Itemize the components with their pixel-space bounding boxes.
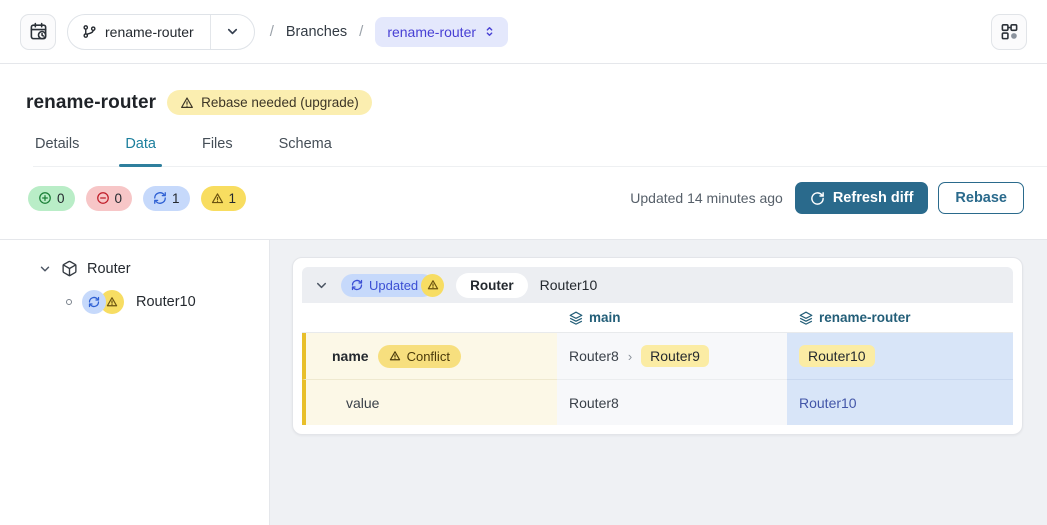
old-value: Router8 bbox=[569, 348, 619, 364]
column-main-label: main bbox=[589, 310, 621, 325]
conflict-badge: Conflict bbox=[378, 345, 461, 368]
tab-files[interactable]: Files bbox=[200, 136, 235, 166]
warning-icon bbox=[211, 192, 224, 205]
updated-count-badge: 1 bbox=[143, 186, 190, 211]
tab-data[interactable]: Data bbox=[123, 136, 158, 166]
tree-item-router10[interactable]: Router10 bbox=[0, 290, 269, 314]
item-status-badges bbox=[82, 290, 124, 314]
tree-router10-label: Router10 bbox=[136, 294, 196, 310]
warning-icon bbox=[180, 96, 194, 110]
rebase-button[interactable]: Rebase bbox=[938, 182, 1024, 214]
diff-toolbar: 0 0 1 1 Updated 14 minutes ago bbox=[0, 167, 1047, 214]
entity-name-label: Router10 bbox=[540, 277, 598, 293]
diff-row-name: name Conflict Router8 › Router9 Router10 bbox=[302, 333, 1013, 379]
collapse-chevron-icon[interactable] bbox=[314, 278, 329, 293]
branch-cell-name: Router10 bbox=[787, 333, 1013, 379]
breadcrumb-current-branch-select[interactable]: rename-router bbox=[375, 17, 508, 47]
layers-icon bbox=[569, 311, 583, 325]
breadcrumb-separator: / bbox=[270, 23, 274, 40]
cube-icon bbox=[61, 260, 78, 277]
diff-row-value: value Router8 Router10 bbox=[302, 379, 1013, 425]
minus-circle-icon bbox=[96, 191, 110, 205]
tree-router-label: Router bbox=[87, 261, 131, 277]
branch-value: Router10 bbox=[799, 395, 857, 411]
graph-nodes-icon bbox=[1000, 22, 1019, 41]
diff-column-headers: main rename-router bbox=[302, 303, 1013, 333]
field-name-label: name bbox=[332, 348, 369, 364]
updated-count: 1 bbox=[172, 191, 180, 206]
refresh-diff-label: Refresh diff bbox=[833, 190, 914, 206]
plus-circle-icon bbox=[38, 191, 52, 205]
branch-dropdown-toggle[interactable] bbox=[211, 24, 254, 39]
field-value-label: value bbox=[346, 395, 379, 411]
added-count: 0 bbox=[57, 191, 65, 206]
calendar-clock-icon bbox=[29, 22, 48, 41]
conflict-count: 1 bbox=[229, 191, 237, 206]
rebase-needed-label: Rebase needed (upgrade) bbox=[201, 95, 359, 110]
chevron-down-icon bbox=[38, 262, 52, 276]
sync-icon bbox=[153, 191, 167, 205]
updated-status-label: Updated bbox=[369, 278, 418, 293]
rebase-needed-badge: Rebase needed (upgrade) bbox=[167, 90, 372, 115]
refresh-diff-button[interactable]: Refresh diff bbox=[795, 182, 929, 214]
page-header: rename-router Rebase needed (upgrade) De… bbox=[0, 64, 1047, 240]
last-updated-text: Updated 14 minutes ago bbox=[630, 190, 783, 206]
breadcrumb-separator: / bbox=[359, 23, 363, 40]
field-cell-value: value bbox=[302, 379, 557, 425]
layers-icon bbox=[799, 311, 813, 325]
branch-cell-value: Router10 bbox=[787, 379, 1013, 425]
page-title: rename-router bbox=[26, 92, 156, 114]
tree-item-router[interactable]: Router bbox=[0, 260, 269, 277]
main-cell-value: Router8 bbox=[557, 379, 787, 425]
tab-details[interactable]: Details bbox=[33, 136, 81, 166]
diff-card: Updated Router Router10 main bbox=[292, 257, 1023, 435]
removed-count-badge: 0 bbox=[86, 186, 133, 211]
column-header-main: main bbox=[557, 310, 787, 325]
diff-main-area: Updated Router Router10 main bbox=[270, 240, 1047, 525]
field-cell-name: name Conflict bbox=[302, 333, 557, 379]
content-area: Router Router10 bbox=[0, 240, 1047, 525]
tab-bar: Details Data Files Schema bbox=[33, 136, 1047, 167]
added-count-badge: 0 bbox=[28, 186, 75, 211]
app-screen: rename-router / Branches / rename-router bbox=[0, 0, 1047, 525]
updated-status-pill: Updated bbox=[341, 274, 444, 297]
conflict-warning-icon bbox=[421, 274, 444, 297]
unfold-icon bbox=[483, 25, 496, 38]
schema-graph-button[interactable] bbox=[991, 14, 1027, 50]
breadcrumb: / Branches / rename-router bbox=[270, 17, 508, 47]
sync-icon bbox=[351, 279, 363, 291]
conflict-badge-label: Conflict bbox=[407, 349, 450, 364]
column-branch-label: rename-router bbox=[819, 310, 911, 325]
entity-tree-sidebar: Router Router10 bbox=[0, 240, 270, 525]
updated-status-icon bbox=[82, 290, 106, 314]
home-logo-button[interactable] bbox=[20, 14, 56, 50]
top-bar: rename-router / Branches / rename-router bbox=[0, 0, 1047, 64]
breadcrumb-branches-link[interactable]: Branches bbox=[286, 24, 347, 40]
change-arrow: › bbox=[628, 349, 632, 364]
entity-type-pill: Router bbox=[456, 273, 528, 298]
refresh-icon bbox=[810, 191, 825, 206]
column-header-rename-router: rename-router bbox=[787, 310, 1013, 325]
conflict-count-badge: 1 bbox=[201, 186, 247, 211]
diff-card-header: Updated Router Router10 bbox=[302, 267, 1013, 303]
chevron-down-icon bbox=[225, 24, 240, 39]
bullet-icon bbox=[66, 299, 72, 305]
git-branch-icon bbox=[82, 24, 97, 39]
tab-schema[interactable]: Schema bbox=[277, 136, 334, 166]
main-cell-name: Router8 › Router9 bbox=[557, 333, 787, 379]
breadcrumb-current-label: rename-router bbox=[387, 24, 476, 40]
branch-value-highlight: Router10 bbox=[799, 345, 875, 367]
removed-count: 0 bbox=[115, 191, 123, 206]
new-value-highlight: Router9 bbox=[641, 345, 709, 367]
branch-selector[interactable]: rename-router bbox=[67, 14, 255, 50]
branch-selector-label: rename-router bbox=[105, 24, 194, 40]
warning-icon bbox=[389, 350, 401, 362]
main-value: Router8 bbox=[569, 395, 619, 411]
diff-counts: 0 0 1 1 bbox=[28, 186, 246, 211]
